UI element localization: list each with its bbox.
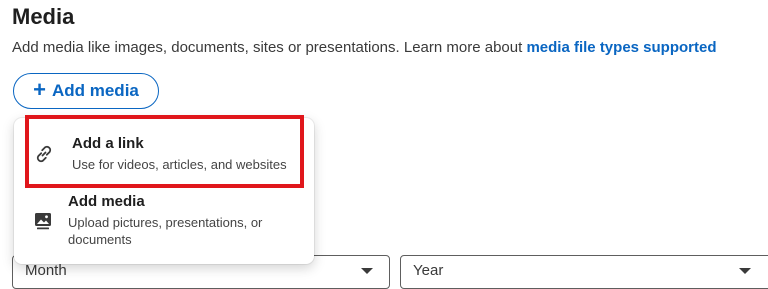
month-select-value: Month	[25, 262, 67, 279]
year-select-value: Year	[413, 262, 444, 279]
menu-item-title: Add a link	[72, 135, 144, 152]
plus-icon: +	[33, 77, 46, 102]
chevron-down-icon	[739, 268, 751, 274]
add-media-button-label: Add media	[51, 81, 139, 100]
section-title: Media	[12, 4, 75, 29]
add-media-button[interactable]: + Add media	[13, 73, 159, 109]
menu-item-description: Upload pictures, presentations, or docum…	[68, 215, 263, 247]
image-icon	[32, 210, 54, 237]
media-file-types-link[interactable]: media file types supported	[526, 39, 716, 56]
link-icon	[32, 142, 56, 171]
section-description: Add media like images, documents, sites …	[12, 39, 717, 56]
year-select[interactable]: Year	[400, 255, 768, 289]
section-description-text: Add media like images, documents, sites …	[12, 39, 527, 56]
menu-item-add-media[interactable]: Add media Upload pictures, presentations…	[14, 186, 314, 262]
add-media-dropdown-menu: Add a link Use for videos, articles, and…	[14, 118, 314, 264]
menu-item-add-a-link[interactable]: Add a link Use for videos, articles, and…	[14, 118, 314, 182]
menu-item-title: Add media	[68, 193, 145, 210]
menu-item-description: Use for videos, articles, and websites	[72, 157, 287, 172]
chevron-down-icon	[361, 268, 373, 274]
